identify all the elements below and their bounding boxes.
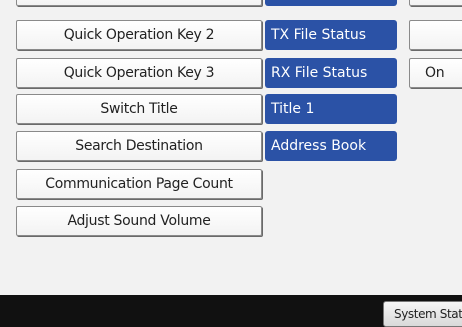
settings-panel: Quick Operation Key 2 TX File Status Qui… <box>0 0 462 295</box>
quick-operation-key-2-value: TX File Status <box>265 20 397 50</box>
quick-operation-key-2-option-button[interactable] <box>409 20 462 50</box>
search-destination-value: Address Book <box>265 131 397 161</box>
quick-operation-key-3-value: RX File Status <box>265 58 397 88</box>
setting-value-partial-top <box>265 0 397 6</box>
switch-title-value: Title 1 <box>265 94 397 124</box>
communication-page-count-button[interactable]: Communication Page Count <box>16 169 262 199</box>
on-button[interactable]: On <box>409 58 462 88</box>
system-status-button[interactable]: System Status <box>383 301 462 327</box>
quick-operation-key-2-button[interactable]: Quick Operation Key 2 <box>16 20 262 50</box>
search-destination-button[interactable]: Search Destination <box>16 131 262 161</box>
setting-button-partial-top[interactable] <box>16 0 262 6</box>
switch-title-button[interactable]: Switch Title <box>16 94 262 124</box>
adjust-sound-volume-button[interactable]: Adjust Sound Volume <box>16 206 262 236</box>
option-button-partial-top[interactable] <box>409 0 462 6</box>
quick-operation-key-3-button[interactable]: Quick Operation Key 3 <box>16 58 262 88</box>
